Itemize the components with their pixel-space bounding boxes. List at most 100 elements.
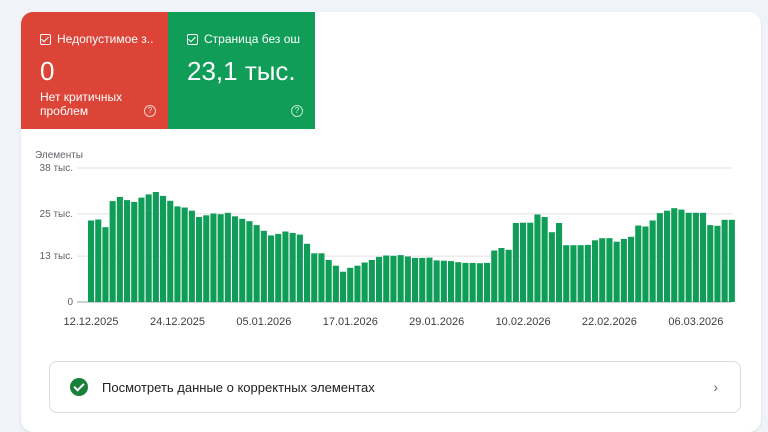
chart-bar: [131, 201, 138, 302]
chart-bar: [584, 244, 591, 302]
chart-bar: [145, 194, 152, 302]
chart-bar: [217, 214, 224, 302]
chart-bar: [152, 192, 159, 302]
chart-bar: [534, 214, 541, 302]
chart-bar: [124, 200, 131, 302]
chart-bar: [527, 222, 534, 302]
chart-bar: [419, 257, 426, 302]
chart-bar: [210, 213, 217, 302]
chart-bar: [728, 219, 735, 302]
chart-bar: [548, 232, 555, 302]
y-tick-label: 0: [67, 297, 73, 308]
chart-bar: [498, 248, 505, 302]
chart-bar: [88, 220, 95, 302]
chart-bar: [253, 225, 260, 302]
chart-bar: [628, 236, 635, 302]
chart-bar: [592, 240, 599, 302]
chart-bar: [368, 260, 375, 302]
chart-bar: [109, 201, 116, 302]
chart-bar: [383, 255, 390, 302]
chart-bar: [246, 221, 253, 302]
x-tick-label: 06.03.2026: [668, 316, 723, 328]
chart-bar: [635, 225, 642, 302]
summary-card: Недопустимое з... 0 Нет критичных пробле…: [21, 12, 761, 432]
chart-bar: [318, 253, 325, 302]
view-valid-items-label: Посмотреть данные о корректных элементах: [102, 379, 375, 395]
chart-bar: [700, 212, 707, 302]
y-tick-label: 25 тыс.: [40, 209, 73, 220]
chart-bar: [332, 265, 339, 302]
chart-bar: [174, 206, 181, 302]
chart-bar: [304, 243, 311, 302]
chart-bar: [160, 195, 167, 302]
x-tick-label: 12.12.2025: [63, 316, 118, 328]
chart-bar: [714, 225, 721, 302]
chart-bar: [296, 234, 303, 302]
chart-bar: [426, 257, 433, 302]
chart-bar: [361, 262, 368, 302]
chart-bar: [188, 210, 195, 302]
chart-bar: [462, 262, 469, 302]
chart-bar: [347, 267, 354, 302]
chart-bar: [563, 245, 570, 302]
chart-bar: [275, 233, 282, 302]
elements-bar-chart: Элементы 0 13 тыс. 25 тыс. 38 тыс. 12.12.2025…: [35, 150, 735, 328]
chart-bar: [664, 210, 671, 302]
chart-bar: [167, 200, 174, 302]
chart-bar: [505, 249, 512, 302]
chart-bar: [541, 217, 548, 302]
chart-bar: [671, 208, 678, 302]
check-circle-icon: [70, 378, 88, 396]
chart-bar: [577, 245, 584, 302]
chart-bar: [685, 212, 692, 302]
chart-bar: [678, 209, 685, 302]
chart-bar: [606, 238, 613, 302]
chart-bar: [95, 219, 102, 302]
chart-bar: [642, 226, 649, 302]
chart-bar: [433, 260, 440, 302]
chart-bar: [224, 212, 231, 302]
chart-bar: [570, 245, 577, 302]
chart-bar: [476, 263, 483, 302]
chart-bar: [412, 257, 419, 302]
chart-bar: [491, 250, 498, 302]
chart-bar: [599, 238, 606, 302]
chart-bar: [649, 220, 656, 302]
chart-bar: [440, 260, 447, 302]
chart-bar: [196, 217, 203, 302]
chart-bar: [512, 223, 519, 302]
chart-bar: [520, 222, 527, 302]
chart-bar: [692, 212, 699, 302]
chart-bar: [455, 262, 462, 302]
chart-bar: [340, 271, 347, 302]
chart-bar: [613, 241, 620, 302]
chart-bar: [325, 260, 332, 302]
y-tick-label: 38 тыс.: [40, 163, 73, 174]
x-tick-label: 17.01.2026: [323, 316, 378, 328]
chart-bar: [181, 207, 188, 302]
chart-bar: [376, 256, 383, 302]
chart-bar: [620, 238, 627, 302]
chart-bar: [268, 235, 275, 302]
y-axis-label: Элементы: [35, 150, 83, 161]
chart-bar: [448, 261, 455, 302]
chart-bar: [397, 255, 404, 302]
y-tick-label: 13 тыс.: [40, 251, 73, 262]
x-tick-label: 24.12.2025: [150, 316, 205, 328]
chart-bar: [354, 265, 361, 302]
chart-bar: [260, 230, 267, 302]
chart-bar: [390, 255, 397, 302]
chart-bar: [239, 218, 246, 302]
chart-bar: [656, 213, 663, 302]
chart-bar: [404, 256, 411, 302]
chart-bar: [282, 231, 289, 302]
x-tick-label: 29.01.2026: [409, 316, 464, 328]
chart-bar: [102, 227, 109, 302]
chart-bar: [116, 196, 123, 302]
chart-bar: [232, 216, 239, 302]
chart-bar: [203, 215, 210, 302]
chevron-right-icon: ›: [713, 379, 718, 395]
view-valid-items-button[interactable]: Посмотреть данные о корректных элементах…: [49, 361, 741, 413]
chart-bar: [311, 253, 318, 302]
chart-bar: [484, 262, 491, 302]
